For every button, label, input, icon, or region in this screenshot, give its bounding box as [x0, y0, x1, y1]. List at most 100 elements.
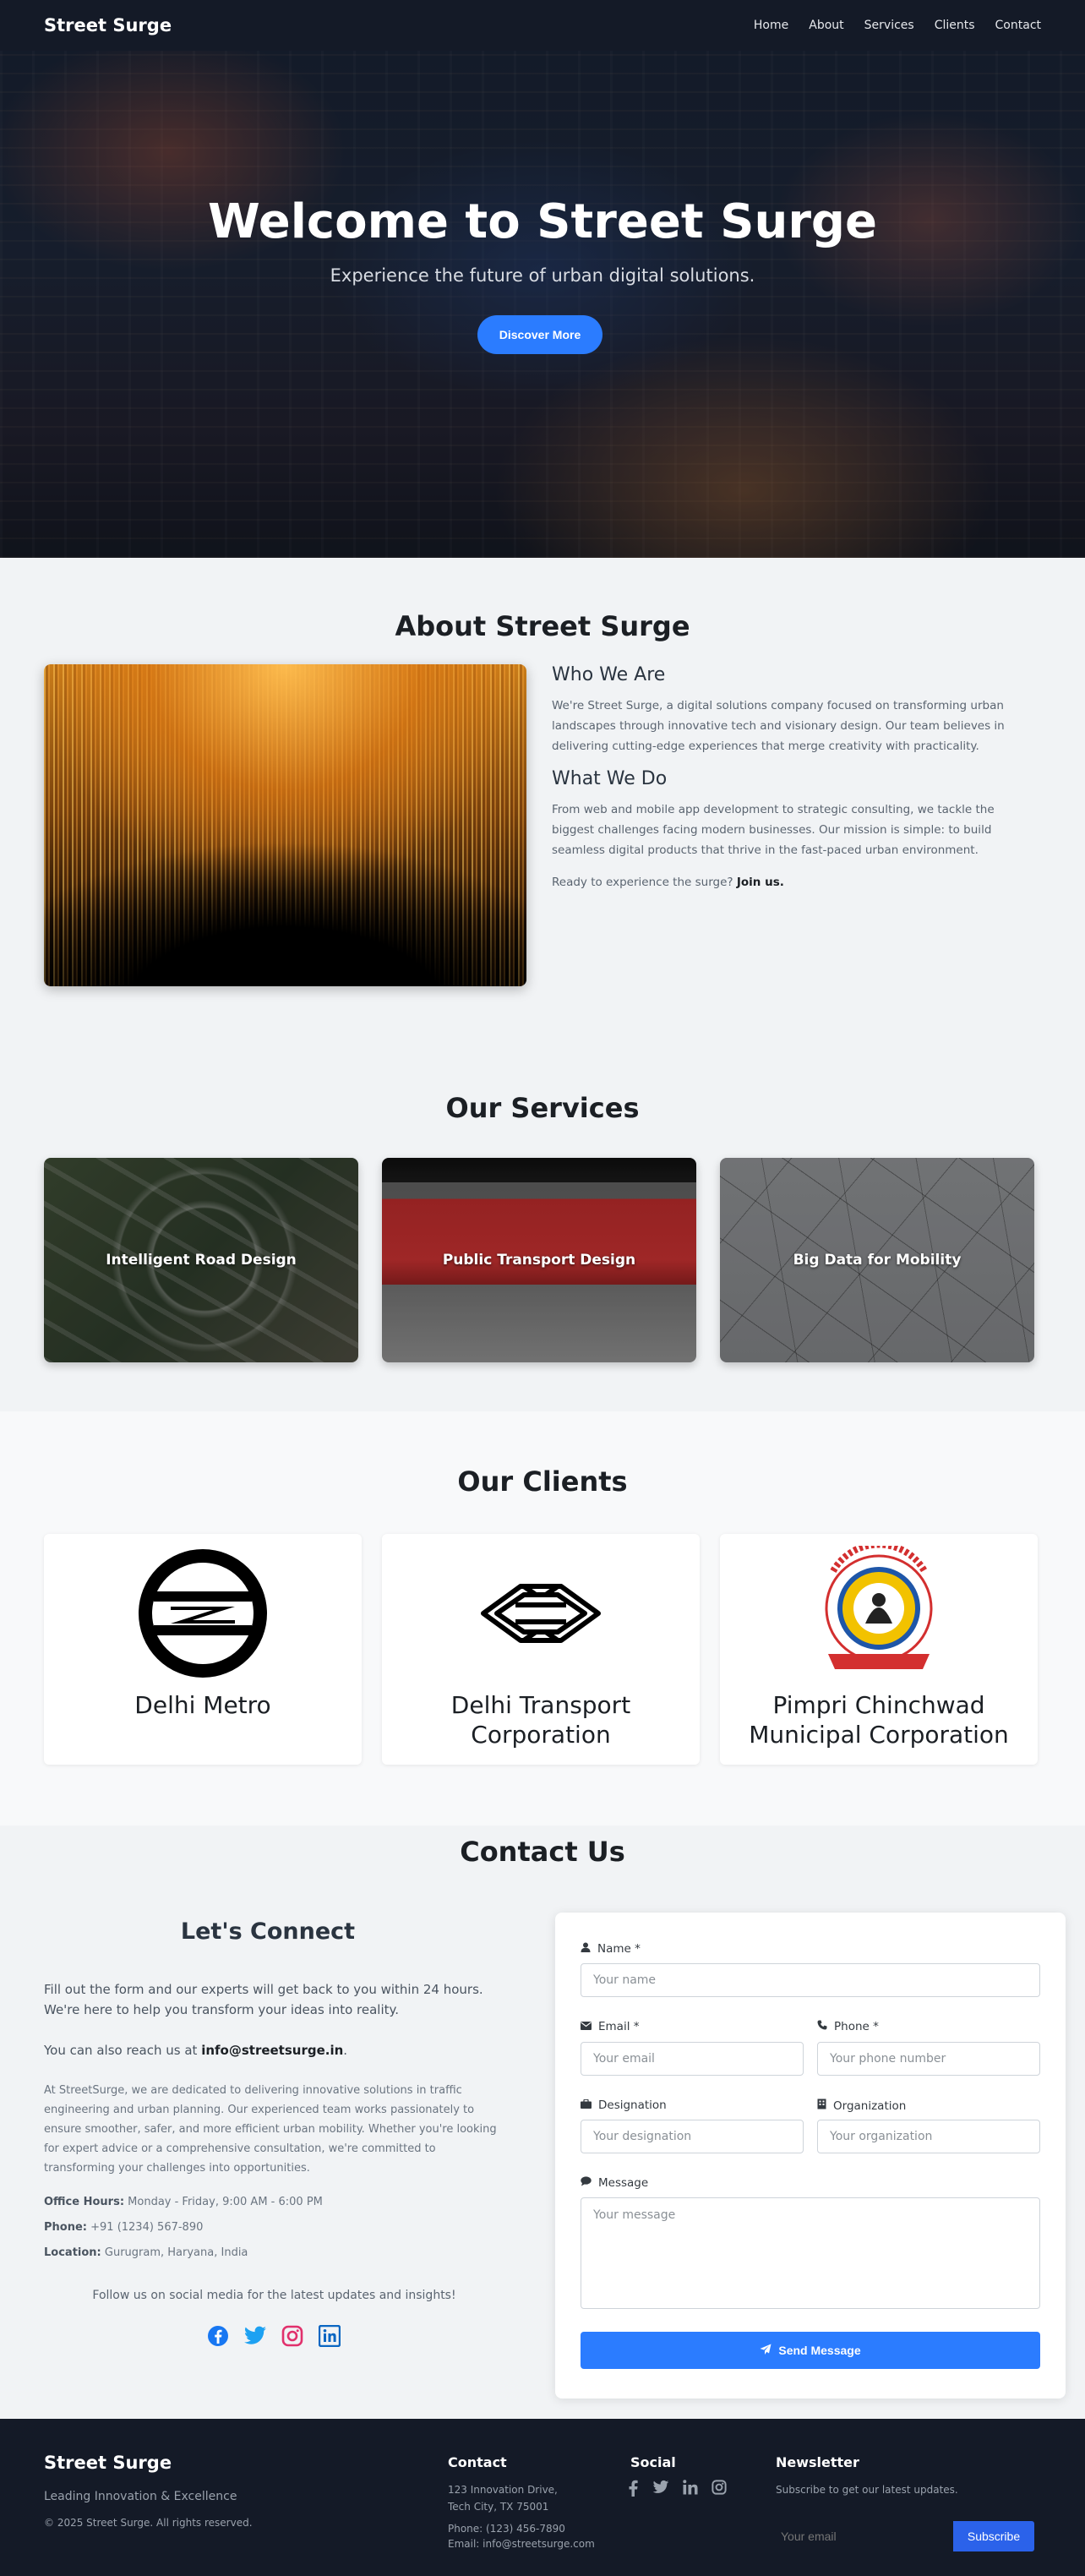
- nav-link-services[interactable]: Services: [864, 19, 914, 32]
- nav-link-contact[interactable]: Contact: [995, 19, 1041, 32]
- linkedin-icon[interactable]: [683, 2480, 698, 2500]
- footer-phone: Phone: (123) 456-7890: [448, 2523, 565, 2535]
- footer-contact-heading: Contact: [448, 2454, 507, 2470]
- nav-link-home[interactable]: Home: [754, 19, 788, 32]
- name-label: Name *: [597, 1942, 641, 1956]
- designation-label-row: Designation: [581, 2098, 667, 2112]
- contact-email-link[interactable]: info@streetsurge.in: [201, 2043, 343, 2058]
- footer-address-line1: 123 Innovation Drive,: [448, 2484, 558, 2496]
- reach-prefix: You can also reach us at: [44, 2043, 198, 2058]
- footer-copyright: © 2025 Street Surge. All rights reserved…: [44, 2517, 253, 2529]
- contact-form: Name * Email * Phone * Designation Organ…: [555, 1913, 1066, 2399]
- message-textarea[interactable]: [581, 2197, 1040, 2309]
- envelope-icon: [581, 2020, 592, 2033]
- organization-input[interactable]: [817, 2120, 1040, 2153]
- about-image: [44, 664, 526, 986]
- client-name: Delhi Transport Corporation: [450, 1691, 631, 1749]
- location-info: Location: Gurugram, Haryana, India: [44, 2246, 248, 2259]
- contact-social-icons: [206, 2324, 341, 2348]
- office-hours: Office Hours: Monday - Friday, 9:00 AM -…: [44, 2196, 323, 2208]
- user-icon: [581, 1942, 591, 1956]
- facebook-icon[interactable]: [627, 2480, 639, 2500]
- phone-info: Phone: +91 (1234) 567-890: [44, 2221, 203, 2234]
- join-us-link[interactable]: Join us.: [737, 876, 784, 889]
- message-label: Message: [598, 2176, 649, 2190]
- phone-icon: [817, 2020, 827, 2033]
- name-input[interactable]: [581, 1963, 1040, 1997]
- comment-icon: [581, 2176, 592, 2190]
- client-card-delhi-metro: Delhi Metro: [44, 1534, 362, 1765]
- client-name: Pimpri Chinchwad Municipal Corporation: [749, 1691, 1009, 1749]
- contact-intro: Fill out the form and our experts will g…: [44, 1982, 483, 2017]
- organization-label-row: Organization: [817, 2098, 906, 2113]
- about-text: Who We Are We're Street Surge, a digital…: [552, 664, 1008, 904]
- service-card-big-data[interactable]: Big Data for Mobility: [720, 1158, 1034, 1362]
- email-input[interactable]: [581, 2042, 804, 2076]
- organization-label: Organization: [833, 2098, 907, 2113]
- footer-brand: Street Surge: [44, 2453, 172, 2473]
- contact-title: Contact Us: [460, 1836, 625, 1868]
- dtc-logo: [382, 1546, 700, 1681]
- paper-plane-icon: [760, 2344, 771, 2358]
- about-title: About Street Surge: [395, 610, 690, 642]
- footer-newsletter-text: Subscribe to get our latest updates.: [776, 2484, 958, 2496]
- email-label-row: Email *: [581, 2020, 640, 2033]
- instagram-icon[interactable]: [281, 2324, 304, 2348]
- footer-newsletter-heading: Newsletter: [776, 2454, 859, 2470]
- about-cta-text: Ready to experience the surge?: [552, 876, 733, 889]
- footer-social-icons: [627, 2480, 727, 2500]
- designation-input[interactable]: [581, 2120, 804, 2153]
- location-label: Location:: [44, 2246, 101, 2259]
- nav-link-about[interactable]: About: [809, 19, 843, 32]
- send-message-label: Send Message: [778, 2344, 861, 2357]
- phone-label: Phone:: [44, 2221, 87, 2234]
- footer-social-heading: Social: [630, 2454, 676, 2470]
- twitter-icon[interactable]: [243, 2324, 267, 2348]
- brand-logo[interactable]: Street Surge: [44, 15, 172, 35]
- hero-title: Welcome to Street Surge: [207, 194, 877, 249]
- phone-label: Phone *: [834, 2020, 879, 2033]
- footer-email: Email: info@streetsurge.com: [448, 2538, 595, 2550]
- hero-subtitle: Experience the future of urban digital s…: [330, 265, 755, 286]
- designation-label: Designation: [598, 2098, 667, 2112]
- services-title: Our Services: [445, 1092, 640, 1124]
- what-we-do-text: From web and mobile app development to s…: [552, 803, 995, 857]
- twitter-icon[interactable]: [652, 2480, 669, 2500]
- service-card-public-transport[interactable]: Public Transport Design: [382, 1158, 696, 1362]
- service-card-label: Big Data for Mobility: [793, 1252, 962, 1269]
- linkedin-icon[interactable]: [318, 2324, 341, 2348]
- clients-section: Our Clients Delhi Metro Delhi Transport …: [0, 1411, 1085, 1826]
- send-message-button[interactable]: Send Message: [581, 2332, 1040, 2369]
- service-card-road-design[interactable]: Intelligent Road Design: [44, 1158, 358, 1362]
- footer-tagline: Leading Innovation & Excellence: [44, 2490, 237, 2503]
- building-icon: [817, 2098, 826, 2113]
- instagram-icon[interactable]: [712, 2480, 727, 2500]
- contact-reach: You can also reach us at info@streetsurg…: [44, 2043, 348, 2058]
- office-hours-value: Monday - Friday, 9:00 AM - 6:00 PM: [128, 2196, 323, 2208]
- hero-section: Welcome to Street Surge Experience the f…: [0, 51, 1085, 558]
- newsletter-email-input[interactable]: [771, 2521, 953, 2551]
- navbar: Street Surge Home About Services Clients…: [0, 0, 1085, 51]
- email-label: Email *: [598, 2020, 640, 2033]
- contact-section: Contact Us Let's Connect Fill out the fo…: [0, 1826, 1085, 2402]
- discover-more-button[interactable]: Discover More: [477, 315, 602, 354]
- office-hours-label: Office Hours:: [44, 2196, 125, 2208]
- what-we-do-heading: What We Do: [552, 768, 668, 789]
- delhi-metro-logo: [44, 1546, 362, 1681]
- about-section: About Street Surge Who We Are We're Stre…: [0, 558, 1085, 1040]
- message-label-row: Message: [581, 2176, 648, 2190]
- subscribe-button[interactable]: Subscribe: [953, 2521, 1034, 2551]
- nav-links: Home About Services Clients Contact: [754, 19, 1041, 32]
- phone-value: +91 (1234) 567-890: [90, 2221, 204, 2234]
- nav-link-clients[interactable]: Clients: [935, 19, 975, 32]
- footer-address: 123 Innovation Drive, Tech City, TX 7500…: [448, 2481, 558, 2515]
- hero-background-image: [0, 51, 1085, 558]
- footer-address-line2: Tech City, TX 75001: [448, 2501, 549, 2513]
- location-value: Gurugram, Haryana, India: [104, 2246, 248, 2259]
- phone-input[interactable]: [817, 2042, 1040, 2076]
- contact-about-text: At StreetSurge, we are dedicated to deli…: [44, 2084, 497, 2175]
- facebook-icon[interactable]: [206, 2324, 230, 2348]
- follow-text: Follow us on social media for the latest…: [92, 2289, 456, 2302]
- phone-label-row: Phone *: [817, 2020, 879, 2033]
- pcmc-emblem-logo: [720, 1546, 1038, 1681]
